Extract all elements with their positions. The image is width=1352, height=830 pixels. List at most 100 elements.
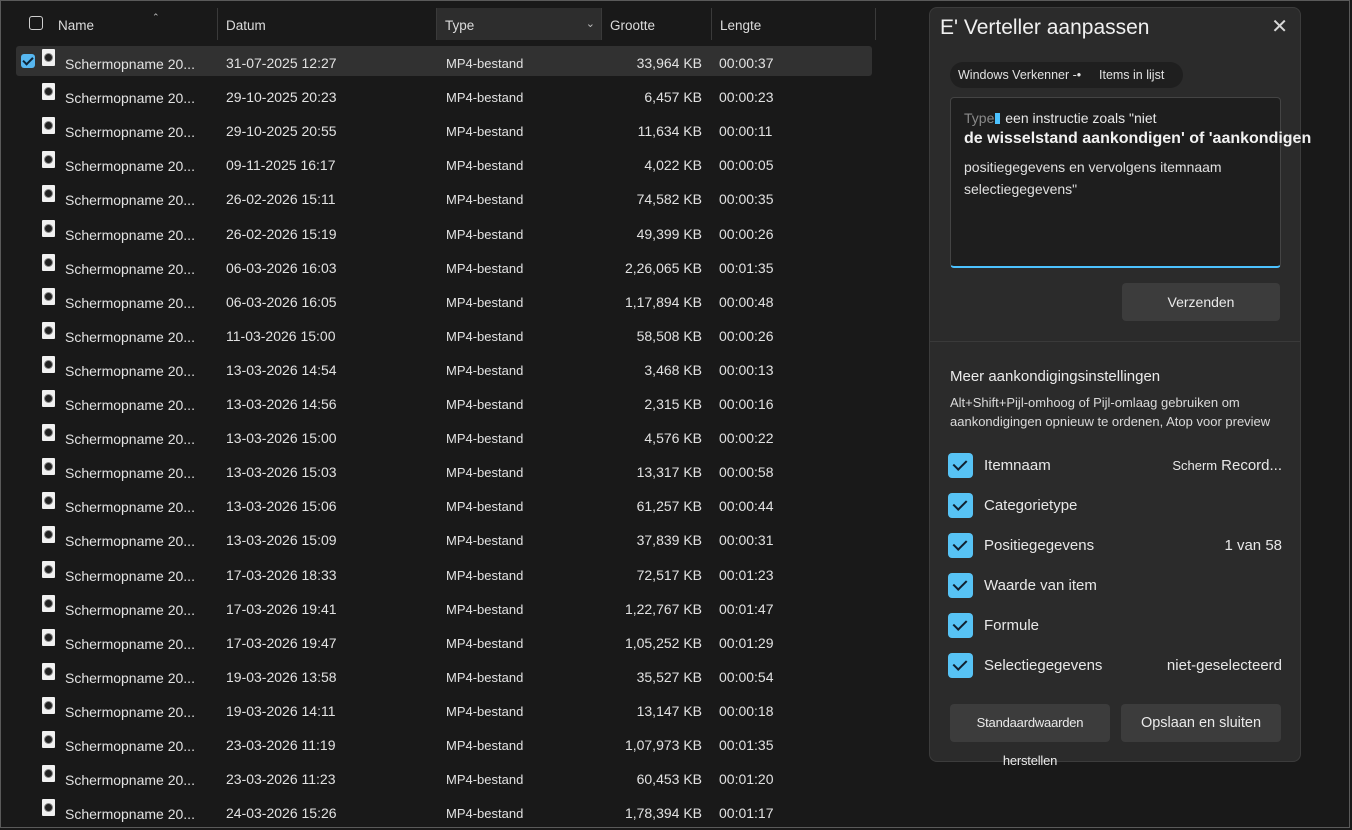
file-name: Schermopname 20... <box>65 567 195 584</box>
option-checkbox[interactable] <box>948 653 973 678</box>
row-checkbox[interactable] <box>21 54 35 68</box>
file-date: 09-11-2025 16:17 <box>226 157 336 174</box>
table-row[interactable]: Schermopname 20... 17-03-2026 19:47 MP4-be… <box>16 626 872 656</box>
option-checkbox[interactable] <box>948 453 973 478</box>
instruction-input[interactable]: Type een instructie zoals "niet de wisse… <box>950 97 1311 268</box>
file-type: MP4-bestand <box>446 567 524 583</box>
table-row[interactable]: Schermopname 20... 09-11-2025 16:17 MP4-be… <box>16 148 872 178</box>
table-row[interactable]: Schermopname 20... 06-03-2026 16:05 MP4-be… <box>16 285 872 315</box>
column-header-name[interactable]: ⌃ Name <box>50 8 218 40</box>
file-type: MP4-bestand <box>446 601 524 617</box>
file-date: 26-02-2026 15:11 <box>226 191 336 208</box>
file-size: 61,257 KB <box>636 498 702 515</box>
file-type: MP4-bestand <box>446 738 524 753</box>
close-icon[interactable]: ✕ <box>1271 14 1288 39</box>
table-row[interactable]: Schermopname 20... 19-03-2026 13:58 MP4-be… <box>16 660 872 690</box>
file-name: Schermopname 20... <box>65 465 195 482</box>
announce-option[interactable]: Waarde van item <box>948 571 1288 599</box>
file-size: 4,576 KB <box>644 430 702 447</box>
select-all-checkbox[interactable] <box>29 16 43 30</box>
file-date: 17-03-2026 19:47 <box>226 634 337 651</box>
video-file-icon <box>42 390 55 407</box>
file-size: 74,582 KB <box>636 191 702 208</box>
table-row[interactable]: Schermopname 20... 13-03-2026 15:06 MP4-be… <box>16 489 872 519</box>
file-size: 6,457 KB <box>644 89 702 106</box>
table-row[interactable]: Schermopname 20... 13-03-2026 15:00 MP4-be… <box>16 421 872 451</box>
announce-option[interactable]: Positiegegevens 1 van 58 <box>948 531 1288 559</box>
file-size: 2,315 KB <box>644 396 702 412</box>
column-header-length[interactable]: Lengte <box>712 8 876 40</box>
file-date: 19-03-2026 13:58 <box>226 668 337 685</box>
video-file-icon <box>42 731 55 748</box>
table-row[interactable]: Schermopname 20... 29-10-2025 20:23 MP4-be… <box>16 80 872 110</box>
table-row[interactable]: Schermopname 20... 13-03-2026 15:03 MP4-be… <box>16 455 872 485</box>
video-file-icon <box>42 799 55 817</box>
file-date: 13-03-2026 15:06 <box>226 498 337 515</box>
file-date: 29-10-2025 20:55 <box>226 123 337 140</box>
reset-defaults-button[interactable]: Standaardwaarden herstellen <box>950 704 1110 768</box>
file-name: Schermopname 20... <box>65 192 195 209</box>
file-date: 13-03-2026 14:56 <box>226 396 337 412</box>
option-checkbox[interactable] <box>948 613 973 638</box>
table-row[interactable]: Schermopname 20... 19-03-2026 14:11 MP4-be… <box>16 694 872 724</box>
option-checkbox[interactable] <box>948 573 973 598</box>
column-header-size[interactable]: Grootte <box>602 8 712 40</box>
table-row[interactable]: Schermopname 20... 26-02-2026 15:11 MP4-be… <box>16 182 872 212</box>
file-length: 00:00:54 <box>719 668 774 685</box>
table-row[interactable]: Schermopname 20... 23-03-2026 11:23 MP4-be… <box>16 762 872 792</box>
context-chip[interactable]: Windows Verkenner -• Items in lijst <box>950 62 1183 88</box>
file-type: MP4-bestand <box>446 56 524 71</box>
announce-option[interactable]: Categorietype <box>948 491 1288 519</box>
video-file-icon <box>42 526 55 544</box>
table-row[interactable]: Schermopname 20... 17-03-2026 19:41 MP4-be… <box>16 592 872 622</box>
file-type: MP4-bestand <box>446 397 524 412</box>
file-date: 19-03-2026 14:11 <box>226 702 336 719</box>
table-row[interactable]: Schermopname 20... 23-03-2026 11:19 MP4-be… <box>16 728 872 758</box>
save-and-close-button[interactable]: Opslaan en sluiten <box>1121 704 1281 742</box>
file-type: MP4-bestand <box>446 533 524 549</box>
file-date: 06-03-2026 16:03 <box>226 259 337 276</box>
file-type: MP4-bestand <box>446 465 524 481</box>
table-row[interactable]: Schermopname 20... 29-10-2025 20:55 MP4-be… <box>16 114 872 144</box>
file-length: 00:01:35 <box>719 259 774 276</box>
table-row[interactable]: Schermopname 20... 24-03-2026 15:26 MP4-be… <box>16 796 872 826</box>
column-header-row: ⌃ Name Datum Type ⌄ Grootte Lengte <box>16 8 876 40</box>
file-length: 00:00:26 <box>719 225 774 242</box>
file-type: MP4-bestand <box>446 328 524 344</box>
column-header-type[interactable]: Type ⌄ <box>437 8 602 40</box>
option-checkbox[interactable] <box>948 493 973 518</box>
table-row[interactable]: Schermopname 20... 06-03-2026 16:03 MP4-be… <box>16 251 872 281</box>
file-date: 17-03-2026 18:33 <box>226 566 337 583</box>
file-length: 00:00:58 <box>719 464 774 481</box>
option-checkbox[interactable] <box>948 533 973 558</box>
video-file-icon <box>42 219 55 237</box>
announce-option[interactable]: Selectiegegevens niet-geselecteerd <box>948 651 1288 679</box>
option-label: Waarde van item <box>984 577 1097 594</box>
table-row[interactable]: Schermopname 20... 17-03-2026 18:33 MP4-be… <box>16 558 872 588</box>
narrator-customize-panel: E' Verteller aanpassen ✕ Windows Verkenn… <box>929 7 1311 768</box>
announce-option[interactable]: Itemnaam Scherm Record... <box>948 451 1288 479</box>
table-row[interactable]: Schermopname 20... 31-07-2025 12:27 MP4-be… <box>16 46 872 76</box>
file-name: Schermopname 20... <box>65 499 195 516</box>
file-name: Schermopname 20... <box>65 260 195 277</box>
table-row[interactable]: Schermopname 20... 13-03-2026 14:56 MP4-be… <box>16 387 872 417</box>
chevron-down-icon[interactable]: ⌄ <box>586 6 595 42</box>
file-size: 13,317 KB <box>636 464 702 481</box>
file-date: 13-03-2026 15:09 <box>226 532 337 549</box>
column-header-date[interactable]: Datum <box>218 8 437 40</box>
file-name: Schermopname 20... <box>65 294 195 311</box>
table-row[interactable]: Schermopname 20... 26-02-2026 15:19 MP4-be… <box>16 217 872 247</box>
video-file-icon <box>42 594 55 612</box>
table-row[interactable]: Schermopname 20... 11-03-2026 15:00 MP4-be… <box>16 319 872 349</box>
file-name: Schermopname 20... <box>65 806 195 823</box>
file-name: Schermopname 20... <box>65 397 195 413</box>
text-cursor-icon <box>995 113 1001 124</box>
announce-option[interactable]: Formule <box>948 611 1288 639</box>
file-name: Schermopname 20... <box>65 158 195 175</box>
send-button[interactable]: Verzenden <box>1122 283 1280 321</box>
file-length: 00:00:37 <box>719 55 774 71</box>
table-row[interactable]: Schermopname 20... 13-03-2026 15:09 MP4-be… <box>16 523 872 553</box>
file-list: ⌃ Name Datum Type ⌄ Grootte Lengte Scher… <box>0 0 922 830</box>
video-file-icon <box>42 765 55 783</box>
table-row[interactable]: Schermopname 20... 13-03-2026 14:54 MP4-be… <box>16 353 872 383</box>
